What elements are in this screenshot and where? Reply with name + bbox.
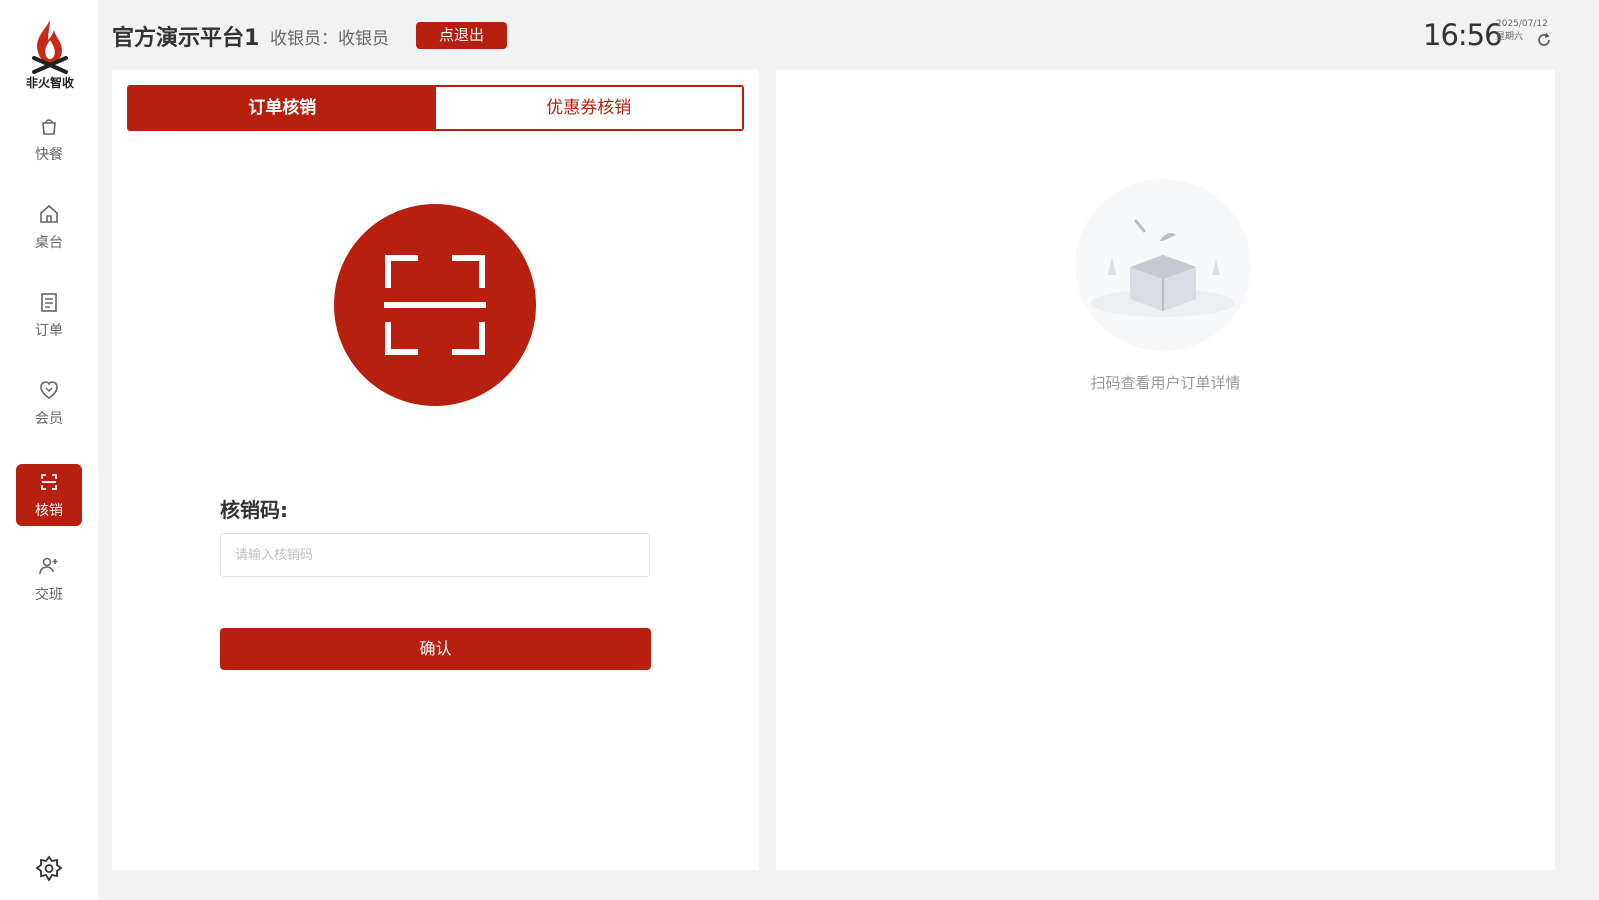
empty-state-text: 扫码查看用户订单详情 [1090,374,1241,392]
verify-panel: 订单核销 优惠券核销 核销码: 确认 [112,70,759,870]
bag-icon [42,119,56,135]
code-label: 核销码: [220,498,288,522]
order-detail-panel: 扫码查看用户订单详情 [776,70,1555,870]
cashier-info: 收银员：收银员 [270,29,389,49]
sidebar-item-shift[interactable]: 交班 [16,548,82,610]
verify-tabs: 订单核销 优惠券核销 [127,85,744,131]
home-icon [40,204,58,223]
refresh-icon[interactable] [1536,32,1552,48]
sidebar-item-label: 桌台 [35,235,63,251]
logo-text: 非火智收 [25,76,74,90]
flame-logo-icon [32,20,68,74]
date-text: 2025/07/12 [1496,19,1548,29]
logo: 非火智收 [14,18,86,94]
sidebar: 非火智收 快餐 桌台 订单 会员 核销 交班 [0,0,98,900]
scan-button[interactable] [334,204,536,406]
heart-shield-icon [40,381,58,399]
tab-order-verify[interactable]: 订单核销 [129,87,436,129]
sidebar-item-label: 交班 [35,587,63,603]
scan-frame-icon [384,255,486,355]
sidebar-item-label: 订单 [35,323,63,339]
clock-time: 16:56 [1423,18,1503,52]
logout-button[interactable]: 点退出 [416,22,507,49]
sidebar-item-label: 快餐 [35,147,63,163]
sidebar-item-fast-food[interactable]: 快餐 [16,108,82,170]
empty-box-icon [1075,179,1251,351]
store-name: 官方演示平台1 [112,26,260,51]
settings-flower-icon[interactable] [34,854,64,884]
sidebar-item-tables[interactable]: 桌台 [16,196,82,258]
sidebar-item-label: 会员 [35,411,63,427]
tab-coupon-verify[interactable]: 优惠券核销 [435,87,742,129]
scan-icon [41,474,57,490]
order-list-icon [41,293,57,312]
sidebar-item-members[interactable]: 会员 [16,372,82,434]
user-switch-icon [39,557,58,575]
sidebar-item-orders[interactable]: 订单 [16,284,82,346]
code-input[interactable] [220,533,650,577]
sidebar-item-label: 核销 [35,503,63,519]
confirm-button[interactable]: 确认 [220,628,651,670]
header: 官方演示平台1 收银员：收银员 点退出 16:56 2025/07/12 星期六 [98,0,1599,70]
sidebar-item-verify[interactable]: 核销 [16,464,82,526]
